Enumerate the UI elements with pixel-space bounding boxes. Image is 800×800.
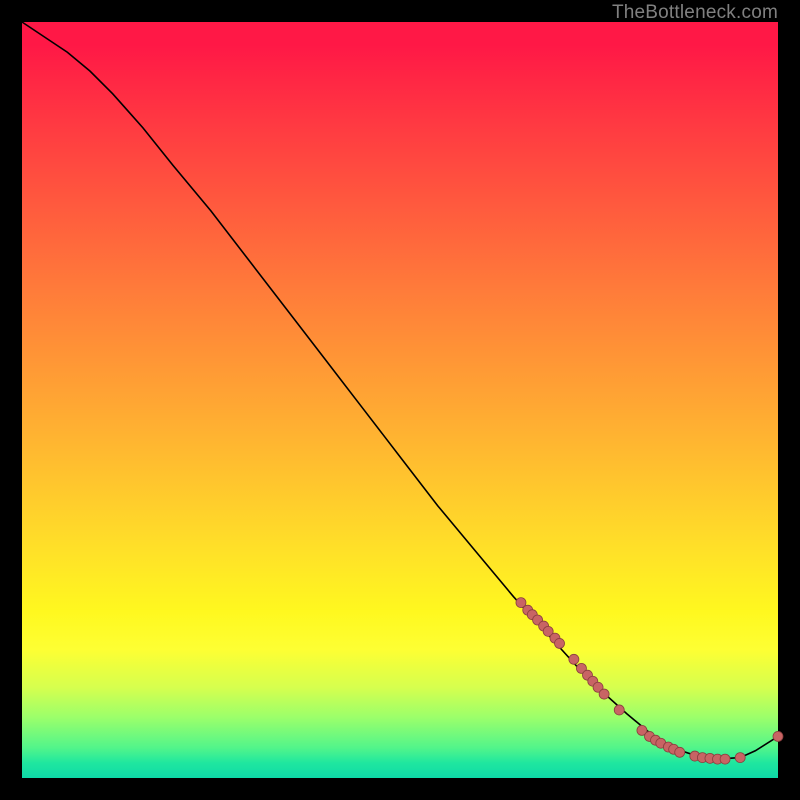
data-marker — [569, 654, 579, 664]
data-marker — [675, 747, 685, 757]
data-marker — [735, 753, 745, 763]
curve-line — [22, 22, 778, 759]
chart-stage: TheBottleneck.com — [0, 0, 800, 800]
data-marker — [773, 731, 783, 741]
data-marker — [599, 689, 609, 699]
data-marker — [614, 705, 624, 715]
data-marker — [555, 638, 565, 648]
chart-overlay — [22, 22, 778, 778]
data-marker — [720, 754, 730, 764]
data-markers — [516, 598, 783, 764]
watermark-text: TheBottleneck.com — [612, 2, 778, 24]
